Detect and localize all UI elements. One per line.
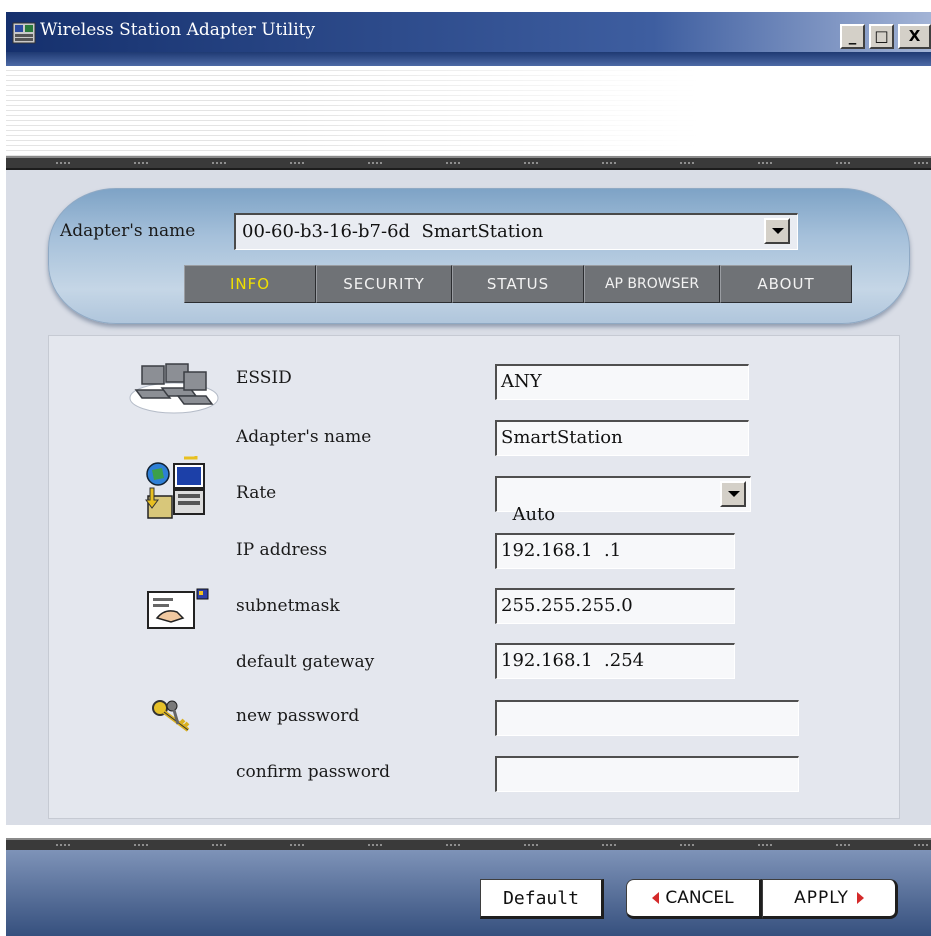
cancel-button[interactable]: CANCEL: [626, 879, 762, 919]
chevron-down-icon[interactable]: [720, 481, 746, 507]
title-bar: Wireless Station Adapter Utility _ □ X: [6, 12, 931, 52]
chevron-down-icon[interactable]: [764, 218, 790, 244]
rate-select[interactable]: Auto: [495, 476, 751, 525]
arrow-right-icon: [856, 892, 864, 904]
network-computers-icon: [129, 363, 219, 414]
apply-button-label: APPLY: [794, 888, 849, 908]
maximize-button[interactable]: □: [869, 24, 894, 49]
adapter-header-panel: [48, 188, 910, 324]
confirm-password-label: confirm password: [236, 762, 390, 782]
confirm-password-field[interactable]: [495, 756, 799, 792]
window-title: Wireless Station Adapter Utility: [40, 20, 316, 40]
computer-transfer-icon: [145, 456, 205, 519]
app-icon: [12, 22, 36, 44]
adapter-name-field[interactable]: SmartStation: [495, 420, 749, 456]
default-button-label: Default: [503, 887, 579, 909]
essid-label: ESSID: [236, 368, 292, 388]
subnetmask-field[interactable]: 255.255.255.0: [495, 588, 735, 624]
default-button[interactable]: Default: [480, 879, 604, 919]
subnetmask-label: subnetmask: [236, 596, 340, 616]
ip-address-field[interactable]: 192.168.1 .1: [495, 533, 735, 569]
close-button[interactable]: X: [898, 24, 931, 49]
adapter-name-field-label: Adapter's name: [236, 427, 372, 447]
keys-icon: [152, 700, 190, 732]
tab-bar: INFO SECURITY STATUS AP BROWSER ABOUT: [184, 265, 852, 303]
adapter-name-label: Adapter's name: [60, 221, 196, 241]
header-banner-fade: [6, 66, 931, 156]
new-password-field[interactable]: [495, 700, 799, 736]
rate-select-value: Auto: [512, 504, 556, 525]
essid-field[interactable]: ANY: [495, 364, 749, 400]
top-divider: [6, 156, 931, 170]
ip-address-label: IP address: [236, 540, 328, 560]
adapter-select-value: 00-60-b3-16-b7-6d SmartStation: [242, 221, 544, 242]
hand-card-icon: [147, 588, 209, 629]
new-password-label: new password: [236, 706, 360, 726]
rate-label: Rate: [236, 483, 277, 503]
tab-status[interactable]: STATUS: [452, 265, 584, 303]
default-gateway-field[interactable]: 192.168.1 .254: [495, 643, 735, 679]
tab-security[interactable]: SECURITY: [316, 265, 452, 303]
adapter-select[interactable]: 00-60-b3-16-b7-6d SmartStation: [234, 213, 798, 250]
header-band: [6, 52, 931, 66]
tab-ap-browser[interactable]: AP BROWSER: [584, 265, 720, 303]
default-gateway-label: default gateway: [236, 652, 375, 672]
minimize-button[interactable]: _: [840, 24, 865, 49]
apply-button[interactable]: APPLY: [762, 879, 898, 919]
tab-info[interactable]: INFO: [184, 265, 316, 303]
tab-about[interactable]: ABOUT: [720, 265, 852, 303]
cancel-button-label: CANCEL: [665, 888, 734, 908]
arrow-left-icon: [652, 892, 660, 904]
